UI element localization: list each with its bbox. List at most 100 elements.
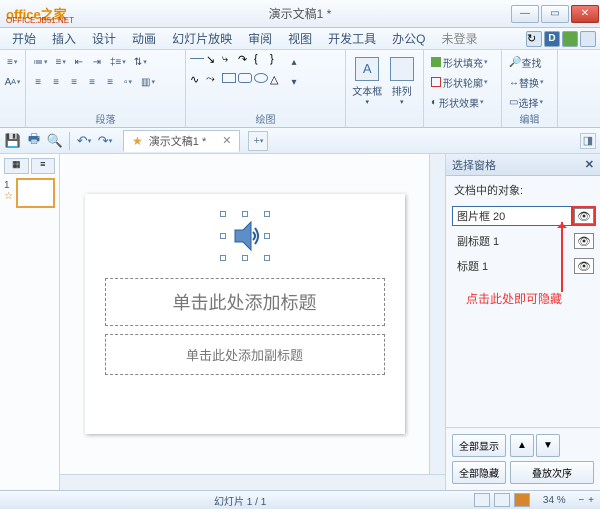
- shape-rect[interactable]: [222, 73, 236, 83]
- line-spacing[interactable]: ‡≡▾: [107, 53, 129, 71]
- text-direction[interactable]: ⇅▾: [131, 53, 150, 71]
- thumb-tab-slides[interactable]: ▦: [4, 158, 29, 174]
- shape-outline-button[interactable]: 形状轮廓▾: [428, 73, 491, 91]
- shape-effect-button[interactable]: ◐形状效果▾: [428, 93, 487, 111]
- minimize-button[interactable]: —: [511, 5, 539, 23]
- menu-view[interactable]: 视图: [280, 28, 320, 49]
- slide-thumbnail[interactable]: 1☆: [4, 178, 55, 208]
- list-numbers[interactable]: ≡▾: [53, 53, 69, 71]
- arrange-icon: [390, 57, 414, 81]
- title-placeholder[interactable]: 单击此处添加标题: [105, 278, 385, 326]
- arrange-button[interactable]: 排列▾: [385, 52, 420, 110]
- subtitle-placeholder[interactable]: 单击此处添加副标题: [105, 334, 385, 375]
- replace-button[interactable]: ↔替换▾: [506, 73, 547, 91]
- ribbon: ≡▾ AA▾ ≔▾ ≡▾ ⇤ ⇥ ‡≡▾ ⇅▾ ≡ ≡ ≡ ≡ ≡ ▫▾ ▥▾ …: [0, 50, 600, 128]
- save-icon[interactable]: 💾: [4, 132, 22, 150]
- shapes-more[interactable]: ▾: [286, 73, 302, 91]
- new-tab-button[interactable]: +▾: [248, 131, 268, 151]
- preview-icon[interactable]: 🔍: [46, 132, 64, 150]
- stack-order-button[interactable]: 叠放次序: [510, 461, 594, 484]
- selection-item-title[interactable]: 标题 1 👁: [452, 255, 594, 277]
- vertical-scrollbar[interactable]: [429, 154, 445, 474]
- slide-canvas[interactable]: 单击此处添加标题 单击此处添加副标题: [85, 194, 405, 434]
- shape-conn2[interactable]: ↷: [238, 53, 252, 63]
- shapes-up[interactable]: ▴: [286, 53, 302, 71]
- close-button[interactable]: ✕: [571, 5, 599, 23]
- ext-icon-2[interactable]: [580, 31, 596, 47]
- slide-editor: 单击此处添加标题 单击此处添加副标题: [60, 154, 445, 490]
- thumb-tab-outline[interactable]: ≡: [31, 158, 56, 174]
- align-left[interactable]: ≡: [30, 73, 46, 91]
- ext-icon-1[interactable]: ↻: [526, 31, 542, 47]
- window-title: 演示文稿1 *: [269, 5, 332, 22]
- shape-curve1[interactable]: ∿: [190, 73, 204, 83]
- ext-icon-g[interactable]: [562, 31, 578, 47]
- visibility-toggle-title[interactable]: 👁: [574, 258, 594, 274]
- zoom-in-button[interactable]: +: [588, 495, 594, 506]
- menu-login[interactable]: 未登录: [433, 28, 485, 49]
- document-tab[interactable]: ★ 演示文稿1 * ✕: [123, 130, 240, 152]
- maximize-button[interactable]: ▭: [541, 5, 569, 23]
- order-up-button[interactable]: ▲: [510, 434, 534, 457]
- valign[interactable]: ▫▾: [120, 73, 136, 91]
- statusbar: 幻灯片 1 / 1 34 % − +: [0, 490, 600, 509]
- zoom-level[interactable]: 34 %: [534, 495, 574, 506]
- hide-all-button[interactable]: 全部隐藏: [452, 461, 506, 484]
- shape-conn1[interactable]: ⤷: [222, 53, 236, 63]
- menu-animation[interactable]: 动画: [124, 28, 164, 49]
- indent-inc[interactable]: ⇥: [89, 53, 105, 71]
- shape-arrow[interactable]: ↘: [206, 53, 220, 63]
- order-down-button[interactable]: ▼: [536, 434, 560, 457]
- shape-fill-button[interactable]: 形状填充▾: [428, 53, 491, 71]
- indent-dec[interactable]: ⇤: [71, 53, 87, 71]
- list-bullets[interactable]: ≔▾: [30, 53, 51, 71]
- doc-star-icon: ★: [132, 134, 143, 148]
- menu-design[interactable]: 设计: [84, 28, 124, 49]
- ext-icon-d[interactable]: D: [544, 31, 560, 47]
- selection-item-picture[interactable]: 图片框 20 👁: [452, 205, 594, 227]
- qat-bar: 💾 🖶 🔍 ↶▾ ↷▾ ★ 演示文稿1 * ✕ +▾ ◨: [0, 128, 600, 154]
- shape-brace2[interactable]: }: [270, 53, 284, 63]
- redo-icon[interactable]: ↷▾: [96, 132, 114, 150]
- view-normal-icon[interactable]: [474, 493, 490, 507]
- align-dist[interactable]: ≡: [102, 73, 118, 91]
- menu-review[interactable]: 审阅: [240, 28, 280, 49]
- callout-arrow-line: [561, 222, 563, 292]
- selection-pane-title: 选择窗格: [452, 157, 496, 173]
- menu-start[interactable]: 开始: [4, 28, 44, 49]
- view-slideshow-icon[interactable]: [514, 493, 530, 507]
- print-icon[interactable]: 🖶: [25, 132, 43, 150]
- align-justify[interactable]: ≡: [84, 73, 100, 91]
- textbox-button[interactable]: A 文本框▾: [350, 52, 385, 110]
- shape-rrect[interactable]: [238, 73, 252, 83]
- view-sorter-icon[interactable]: [494, 493, 510, 507]
- menu-insert[interactable]: 插入: [44, 28, 84, 49]
- shape-ellipse[interactable]: [254, 73, 268, 83]
- audio-object[interactable]: [223, 214, 267, 258]
- font-case-button[interactable]: AA▾: [4, 73, 21, 91]
- zoom-out-button[interactable]: −: [578, 495, 584, 506]
- undo-icon[interactable]: ↶▾: [75, 132, 93, 150]
- visibility-toggle-subtitle[interactable]: 👁: [574, 233, 594, 249]
- menu-office[interactable]: 办公Q: [384, 28, 433, 49]
- shape-curve2[interactable]: ⤳: [206, 73, 220, 83]
- doc-close-icon[interactable]: ✕: [222, 134, 231, 147]
- visibility-toggle-picture[interactable]: 👁: [574, 208, 594, 224]
- bullets-button[interactable]: ≡▾: [4, 53, 20, 71]
- show-all-button[interactable]: 全部显示: [452, 434, 506, 457]
- slide-counter: 幻灯片 1 / 1: [214, 493, 266, 508]
- find-button[interactable]: 🔎查找: [506, 53, 544, 71]
- shape-line[interactable]: [190, 58, 204, 68]
- columns[interactable]: ▥▾: [138, 73, 158, 91]
- menu-devtools[interactable]: 开发工具: [320, 28, 384, 49]
- selection-pane-close[interactable]: ✕: [585, 158, 594, 171]
- shape-triangle[interactable]: △: [270, 73, 284, 83]
- align-right[interactable]: ≡: [66, 73, 82, 91]
- horizontal-scrollbar[interactable]: [60, 474, 445, 490]
- select-button[interactable]: ▭选择▾: [506, 93, 546, 111]
- menu-slideshow[interactable]: 幻灯片放映: [164, 28, 240, 49]
- shape-brace[interactable]: {: [254, 53, 268, 63]
- align-center[interactable]: ≡: [48, 73, 64, 91]
- selection-item-subtitle[interactable]: 副标题 1 👁: [452, 230, 594, 252]
- pane-toggle-icon[interactable]: ◨: [580, 133, 596, 149]
